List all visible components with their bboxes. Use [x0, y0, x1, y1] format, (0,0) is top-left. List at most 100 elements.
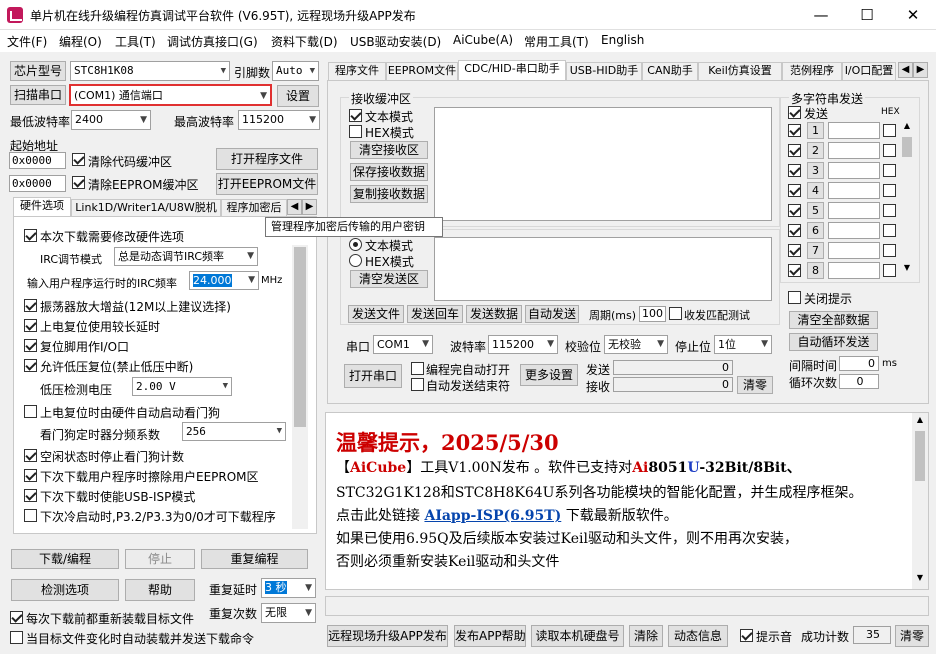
idle-wdt-checkbox[interactable]	[24, 449, 37, 462]
menu-usb-driver[interactable]: USB驱动安装(D)	[350, 33, 441, 50]
stop-button[interactable]: 停止	[125, 549, 195, 569]
right-tab-left-arrow-icon[interactable]: ◀	[898, 62, 913, 78]
menu-common-tools[interactable]: 常用工具(T)	[524, 33, 589, 50]
tab-io-config[interactable]: I/O口配置	[842, 62, 896, 80]
clear-all-button[interactable]: 清空全部数据	[789, 311, 878, 329]
multi-row-checkbox[interactable]	[788, 124, 801, 137]
multi-row-hex-checkbox[interactable]	[883, 244, 896, 257]
interval-input[interactable]: 0	[839, 356, 879, 371]
tx-buffer-textarea[interactable]	[434, 237, 772, 301]
serial-port-select[interactable]: COM1 ▼	[373, 335, 433, 354]
multi-row-hex-checkbox[interactable]	[883, 164, 896, 177]
pin-count-select[interactable]: Auto ▼	[272, 61, 319, 81]
multi-row-hex-checkbox[interactable]	[883, 224, 896, 237]
menu-english[interactable]: English	[601, 33, 644, 47]
download-button[interactable]: 下载/编程	[11, 549, 119, 569]
multi-row-input[interactable]	[828, 242, 880, 259]
beep-checkbox[interactable]	[740, 629, 753, 642]
options-scroll-thumb[interactable]	[294, 247, 306, 427]
settings-button[interactable]: 设置	[277, 85, 319, 107]
auto-loop-button[interactable]: 自动循环发送	[789, 333, 878, 351]
clear-counts-button[interactable]: 清零	[737, 376, 773, 394]
clear-tx-button[interactable]: 清空发送区	[350, 270, 428, 288]
open-program-button[interactable]: 打开程序文件	[216, 148, 318, 170]
clear-rx-button[interactable]: 清空接收区	[350, 141, 428, 159]
tab-hardware-options[interactable]: 硬件选项	[13, 197, 71, 217]
multi-row-input[interactable]	[828, 142, 880, 159]
parity-select[interactable]: 无校验 ▼	[604, 335, 668, 354]
tab-program-file[interactable]: 程序文件	[328, 62, 386, 80]
tab-serial-assistant[interactable]: CDC/HID-串口助手	[458, 60, 566, 80]
reprogram-button[interactable]: 重复编程	[201, 549, 308, 569]
multi-row-send-button[interactable]: 4	[807, 182, 824, 199]
notice-scroll-up-icon[interactable]: ▲	[912, 415, 928, 429]
auto-send-button[interactable]: 自动发送	[525, 305, 579, 323]
rx-hex-mode-checkbox[interactable]	[349, 125, 362, 138]
stop-bits-select[interactable]: 1位 ▼	[714, 335, 772, 354]
tab-encryption[interactable]: 程序加密后	[221, 199, 287, 217]
multi-row-input[interactable]	[828, 162, 880, 179]
publish-help-button[interactable]: 发布APP帮助	[454, 625, 526, 647]
send-cr-button[interactable]: 发送回车	[407, 305, 463, 323]
multi-row-checkbox[interactable]	[788, 164, 801, 177]
notice-scrollbar[interactable]: ▲ ▼	[912, 413, 928, 589]
port-select[interactable]: (COM1) 通信端口 ▼	[69, 84, 272, 106]
multi-row-hex-checkbox[interactable]	[883, 144, 896, 157]
menu-aicube[interactable]: AiCube(A)	[453, 33, 513, 47]
multi-row-input[interactable]	[828, 182, 880, 199]
reset-pin-io-checkbox[interactable]	[24, 339, 37, 352]
clear-button[interactable]: 清除	[629, 625, 663, 647]
multi-row-checkbox[interactable]	[788, 244, 801, 257]
multi-send-all-checkbox[interactable]	[788, 106, 801, 119]
cold-boot-checkbox[interactable]	[24, 509, 37, 522]
multi-row-send-button[interactable]: 2	[807, 142, 824, 159]
multi-scrollbar[interactable]: ▲ ▼	[900, 121, 914, 277]
baud-select[interactable]: 115200 ▼	[488, 335, 558, 354]
tx-text-mode-radio[interactable]	[349, 238, 362, 251]
rx-match-checkbox[interactable]	[669, 307, 682, 320]
check-options-button[interactable]: 检测选项	[11, 579, 119, 601]
more-settings-button[interactable]: 更多设置	[520, 364, 578, 386]
chip-model-select[interactable]: STC8H1K08 ▼	[70, 61, 230, 81]
multi-scroll-thumb[interactable]	[902, 137, 912, 157]
clear-eeprom-checkbox[interactable]	[72, 176, 85, 189]
tab-examples[interactable]: 范例程序	[782, 62, 842, 80]
eeprom-addr-input[interactable]: 0x0000	[9, 175, 66, 192]
wdt-auto-checkbox[interactable]	[24, 405, 37, 418]
tab-eeprom-file[interactable]: EEPROM文件	[386, 62, 458, 80]
reload-each-checkbox[interactable]	[10, 611, 23, 624]
multi-row-checkbox[interactable]	[788, 264, 801, 277]
notice-scroll-down-icon[interactable]: ▼	[912, 573, 928, 587]
multi-row-send-button[interactable]: 3	[807, 162, 824, 179]
send-file-button[interactable]: 发送文件	[348, 305, 404, 323]
multi-row-hex-checkbox[interactable]	[883, 204, 896, 217]
options-scrollbar[interactable]	[292, 245, 308, 529]
lvd-voltage-select[interactable]: 2.00 V ▼	[132, 377, 232, 396]
read-disk-button[interactable]: 读取本机硬盘号	[531, 625, 624, 647]
multi-row-hex-checkbox[interactable]	[883, 124, 896, 137]
tab-offline[interactable]: Link1D/Writer1A/U8W脱机	[71, 199, 221, 217]
menu-file[interactable]: 文件(F)	[7, 33, 47, 50]
erase-eeprom-checkbox[interactable]	[24, 469, 37, 482]
tx-hex-mode-radio[interactable]	[349, 254, 362, 267]
open-eeprom-button[interactable]: 打开EEPROM文件	[216, 173, 318, 195]
tab-usb-hid[interactable]: USB-HID助手	[566, 62, 642, 80]
reset-delay-checkbox[interactable]	[24, 319, 37, 332]
download-link[interactable]: AIapp-ISP(6.95T)	[424, 508, 561, 524]
right-tab-right-arrow-icon[interactable]: ▶	[913, 62, 928, 78]
tab-left-arrow-icon[interactable]: ◀	[287, 199, 302, 215]
multi-row-send-button[interactable]: 8	[807, 262, 824, 279]
auto-open-checkbox[interactable]	[411, 362, 424, 375]
multi-row-checkbox[interactable]	[788, 224, 801, 237]
multi-row-send-button[interactable]: 1	[807, 122, 824, 139]
dynamic-info-button[interactable]: 动态信息	[668, 625, 728, 647]
max-baud-select[interactable]: 115200 ▼	[238, 110, 320, 130]
multi-row-input[interactable]	[828, 262, 880, 279]
multi-row-input[interactable]	[828, 222, 880, 239]
multi-row-checkbox[interactable]	[788, 204, 801, 217]
send-data-button[interactable]: 发送数据	[466, 305, 522, 323]
multi-row-send-button[interactable]: 7	[807, 242, 824, 259]
usb-isp-checkbox[interactable]	[24, 489, 37, 502]
auto-reload-checkbox[interactable]	[10, 631, 23, 644]
close-icon[interactable]: ✕	[890, 0, 936, 30]
